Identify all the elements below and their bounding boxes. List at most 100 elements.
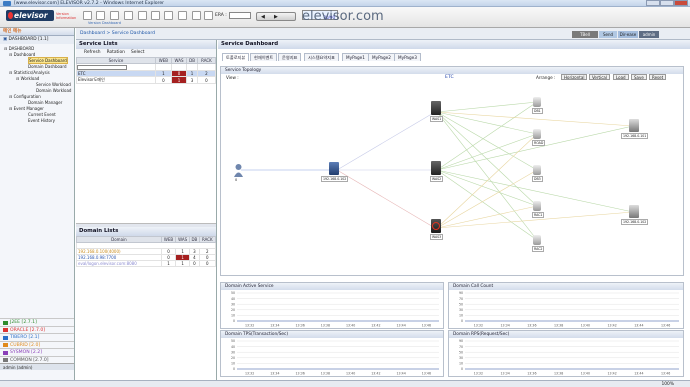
was2-server-icon[interactable] <box>431 161 441 175</box>
tab-current-event[interactable]: 현재이벤트 <box>250 53 278 61</box>
srv2-icon[interactable] <box>629 205 639 218</box>
y-tick-label: 90 <box>459 291 463 295</box>
alert-icon[interactable] <box>178 11 187 20</box>
tab-mypage2[interactable]: MyPage2 <box>368 53 395 61</box>
service-dashboard-title: Service Dashboard <box>218 40 690 49</box>
table-row[interactable]: Elevisor도메인 0 1 3 0 <box>76 76 217 84</box>
x-tick-label: 13:42 <box>371 372 380 376</box>
x-tick-label: 13:36 <box>296 372 305 376</box>
help-icon[interactable] <box>204 11 213 20</box>
load-button[interactable]: Load <box>613 74 629 80</box>
tab-topology[interactable]: 토폴로지뷰 <box>222 53 250 61</box>
x-tick-label: 13:32 <box>474 324 483 328</box>
tab-mypage1[interactable]: MyPage1 <box>342 53 369 61</box>
admin-button[interactable]: admin <box>639 31 659 38</box>
x-tick-label: 13:38 <box>321 324 330 328</box>
db1-icon[interactable] <box>533 97 541 107</box>
y-tick-label: 0 <box>461 319 463 323</box>
tab-ops-index[interactable]: 운영지표 <box>278 53 302 61</box>
breadcrumb: Dashboard > Service Dashboard <box>80 31 156 36</box>
horizontal-button[interactable]: Horizontal <box>561 74 588 80</box>
table-row[interactable]: eval/logon.elevisor.com:8080 1 1 0 0 <box>76 260 217 267</box>
vertical-button[interactable]: Vertical <box>589 74 610 80</box>
monitor-icon[interactable] <box>96 11 105 20</box>
x-tick-label: 13:36 <box>527 372 536 376</box>
close-button[interactable] <box>674 0 688 6</box>
topology-canvas <box>241 101 634 241</box>
chart-title: Domain Active Service <box>221 283 443 290</box>
db-sysmon[interactable]: SYSMON [2.2] <box>0 348 74 356</box>
era-input[interactable] <box>229 12 251 19</box>
db-tibero[interactable]: TIBERO [2.1] <box>0 333 74 341</box>
tree-event-history[interactable]: Event History <box>0 118 74 124</box>
save-button[interactable]: Save <box>631 74 647 80</box>
x-tick-label: 13:40 <box>346 372 355 376</box>
y-tick-label: 20 <box>231 308 235 312</box>
rotation-button[interactable]: Rotation <box>107 49 125 57</box>
tab-mypage3[interactable]: MyPage3 <box>394 53 421 61</box>
x-tick-label: 13:32 <box>474 372 483 376</box>
dir-ease-button[interactable]: Dir-ease <box>618 31 638 38</box>
chart-icon[interactable] <box>151 11 160 20</box>
x-tick-label: 13:46 <box>661 372 670 376</box>
rewind-icon[interactable]: ◀ <box>261 14 265 20</box>
zoom-level[interactable]: 100% <box>661 382 674 387</box>
playback-controls[interactable]: ◀ ▶ <box>256 12 296 21</box>
x-tick-label: 13:40 <box>581 372 590 376</box>
srv1-icon[interactable] <box>629 119 639 132</box>
era-label: ERA : <box>215 13 227 18</box>
send-button[interactable]: Send <box>599 31 617 38</box>
x-tick-label: 13:38 <box>554 372 563 376</box>
x-tick-label: 13:34 <box>270 324 279 328</box>
y-tick-label: 40 <box>231 297 235 301</box>
left-panel-title: 메인 메뉴 <box>0 28 74 36</box>
maximize-button[interactable] <box>660 0 674 6</box>
x-tick-label: 13:44 <box>397 372 406 376</box>
db-common[interactable]: COMMON [2.7.0] <box>0 355 74 364</box>
x-tick-label: 13:42 <box>608 372 617 376</box>
db2-label: ROAD <box>532 140 546 146</box>
y-tick-label: 10 <box>231 314 235 318</box>
refresh-button[interactable]: Refresh <box>84 49 101 57</box>
window-icon[interactable] <box>124 11 133 20</box>
db3-label: DB3 <box>532 176 543 182</box>
select-button[interactable]: Select <box>131 49 145 57</box>
menu-tree: ⊟ DASHBOARD ⊟ Dashboard Service Dashboar… <box>0 44 74 124</box>
db4-label: RAC1 <box>532 212 545 218</box>
web-server-icon[interactable] <box>329 162 339 175</box>
y-tick-label: 40 <box>231 345 235 349</box>
mail-icon[interactable] <box>138 11 147 20</box>
was1-server-icon[interactable] <box>431 101 441 115</box>
db-j2ee[interactable]: J2EE [2.7.1] <box>0 318 74 326</box>
play-icon[interactable]: ▶ <box>274 14 278 20</box>
screen-icon[interactable] <box>164 11 173 20</box>
user-icon <box>234 164 243 177</box>
minimize-button[interactable] <box>646 0 660 6</box>
db-oracle[interactable]: ORACLE [2.7.0] <box>0 325 74 334</box>
chart-rps: Domain RPS(Request/Sec) 90 70 50 30 10 0 13:32… <box>448 330 684 377</box>
x-tick-label: 13:44 <box>397 324 406 328</box>
tbell-button[interactable]: TBell <box>572 31 598 38</box>
was3-server-icon[interactable] <box>431 219 441 233</box>
db-list: J2EE [2.7.1] ORACLE [2.7.0] TIBERO [2.1]… <box>0 318 74 370</box>
db2-icon[interactable] <box>533 129 541 139</box>
x-tick-label: 13:34 <box>270 372 279 376</box>
reset-button[interactable]: Reset <box>649 74 667 80</box>
db3-icon[interactable] <box>533 165 541 175</box>
db4-icon[interactable] <box>533 201 541 211</box>
db1-label: DB1 <box>532 108 543 114</box>
tab-system-summary[interactable]: 시스템요약지표 <box>304 53 339 61</box>
setting-icon[interactable] <box>192 11 201 20</box>
db-cubrid[interactable]: CUBRID [2.0] <box>0 340 74 349</box>
x-tick-label: 13:32 <box>245 324 254 328</box>
grid-icon[interactable] <box>110 11 119 20</box>
home-icon[interactable] <box>83 11 92 20</box>
service-filter-input[interactable] <box>77 64 127 70</box>
db5-icon[interactable] <box>533 235 541 245</box>
elevisor-logo: elevisor <box>6 10 54 21</box>
y-tick-label: 50 <box>459 302 463 306</box>
left-menu-panel: 메인 메뉴 ▣ DASHBOARD [1.1] ⊟ DASHBOARD ⊟ Da… <box>0 28 75 380</box>
dashboard-root[interactable]: ▣ DASHBOARD [1.1] <box>0 36 74 44</box>
user-node[interactable] <box>233 163 244 177</box>
x-tick-label: 13:34 <box>501 324 510 328</box>
